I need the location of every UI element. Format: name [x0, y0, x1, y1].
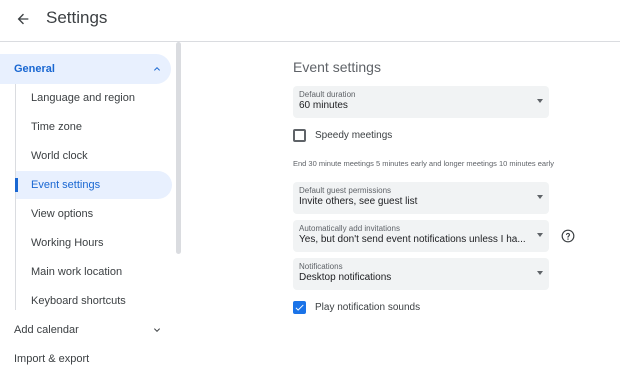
page-title: Settings — [46, 8, 108, 27]
sidebar-import-export[interactable]: Import & export — [0, 345, 171, 371]
guest-permissions-label: Default guest permissions — [299, 186, 392, 195]
sidebar-item-main-work-location[interactable]: Main work location — [16, 258, 172, 286]
back-button[interactable] — [12, 8, 34, 30]
default-duration-label: Default duration — [299, 90, 356, 99]
notifications-select[interactable]: Notifications Desktop notifications — [293, 258, 549, 290]
default-duration-select[interactable]: Default duration 60 minutes — [293, 86, 549, 118]
sidebar-general[interactable]: General — [0, 54, 171, 84]
auto-invitations-value: Yes, but don't send event notifications … — [299, 234, 526, 245]
sidebar: General Language and region Time zone Wo… — [0, 42, 186, 371]
sidebar-add-calendar-label: Add calendar — [14, 324, 79, 336]
sidebar-item-keyboard-shortcuts[interactable]: Keyboard shortcuts — [16, 287, 172, 315]
sidebar-item-view-options[interactable]: View options — [16, 200, 172, 228]
auto-invitations-label: Automatically add invitations — [299, 224, 400, 233]
section-title: Event settings — [293, 59, 381, 75]
guest-permissions-select[interactable]: Default guest permissions Invite others,… — [293, 182, 549, 214]
sidebar-item-event-settings[interactable]: Event settings — [15, 171, 172, 199]
notifications-value: Desktop notifications — [299, 272, 392, 283]
sidebar-scrollbar[interactable] — [176, 42, 181, 254]
play-sounds-label: Play notification sounds — [315, 302, 421, 313]
dropdown-arrow-icon — [537, 195, 543, 199]
guest-permissions-value: Invite others, see guest list — [299, 196, 418, 207]
speedy-meetings-checkbox[interactable] — [293, 129, 306, 142]
default-duration-value: 60 minutes — [299, 100, 348, 111]
help-circle-icon[interactable] — [561, 229, 575, 243]
speedy-meetings-row[interactable]: Speedy meetings — [293, 129, 392, 142]
notifications-label: Notifications — [299, 262, 343, 271]
sidebar-general-label: General — [14, 63, 55, 75]
dropdown-arrow-icon — [537, 99, 543, 103]
sidebar-item-time-zone[interactable]: Time zone — [16, 113, 172, 141]
sidebar-item-world-clock[interactable]: World clock — [16, 142, 172, 170]
play-sounds-row[interactable]: Play notification sounds — [293, 301, 420, 314]
play-sounds-checkbox[interactable] — [293, 301, 306, 314]
speedy-meetings-helper: End 30 minute meetings 5 minutes early a… — [293, 159, 554, 168]
chevron-up-icon — [154, 67, 160, 71]
sidebar-item-language-and-region[interactable]: Language and region — [16, 84, 172, 112]
arrow-left-icon — [17, 13, 29, 25]
sidebar-import-export-label: Import & export — [14, 353, 90, 365]
dropdown-arrow-icon — [537, 233, 543, 237]
chevron-down-icon — [154, 328, 160, 332]
header: Settings — [0, 0, 620, 42]
sidebar-subnav: Language and region Time zone World cloc… — [15, 84, 172, 310]
auto-invitations-select[interactable]: Automatically add invitations Yes, but d… — [293, 220, 549, 252]
check-icon — [295, 304, 304, 311]
sidebar-add-calendar[interactable]: Add calendar — [0, 316, 171, 344]
dropdown-arrow-icon — [537, 271, 543, 275]
speedy-meetings-label: Speedy meetings — [315, 130, 393, 141]
sidebar-item-working-hours[interactable]: Working Hours — [16, 229, 172, 257]
